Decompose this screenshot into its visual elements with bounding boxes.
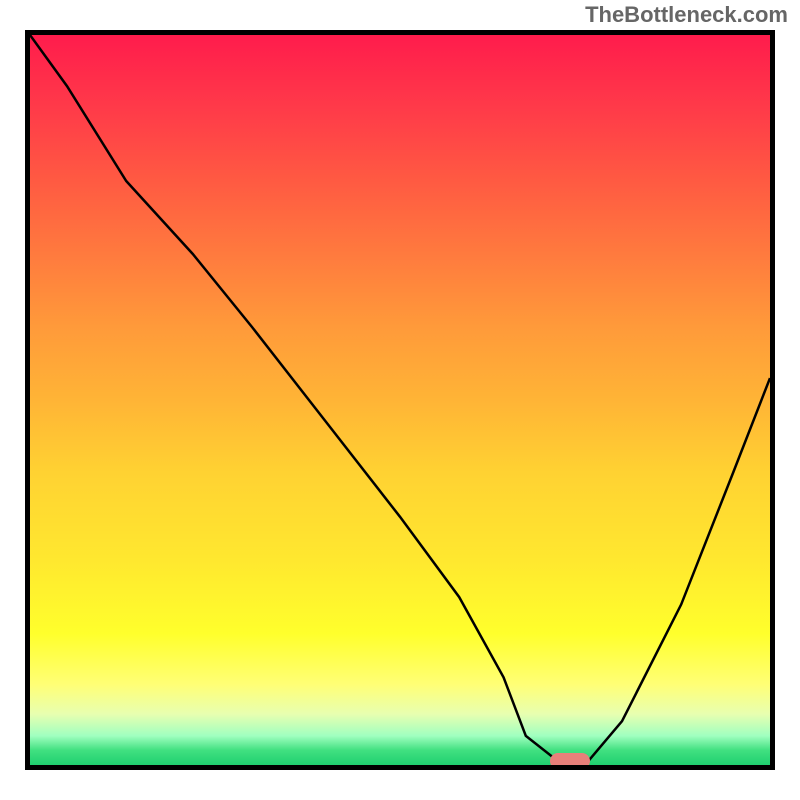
bottleneck-curve — [30, 35, 770, 765]
optimal-marker — [550, 753, 590, 769]
watermark-text: TheBottleneck.com — [585, 2, 788, 28]
plot-area — [25, 30, 775, 770]
chart-container: TheBottleneck.com — [0, 0, 800, 800]
